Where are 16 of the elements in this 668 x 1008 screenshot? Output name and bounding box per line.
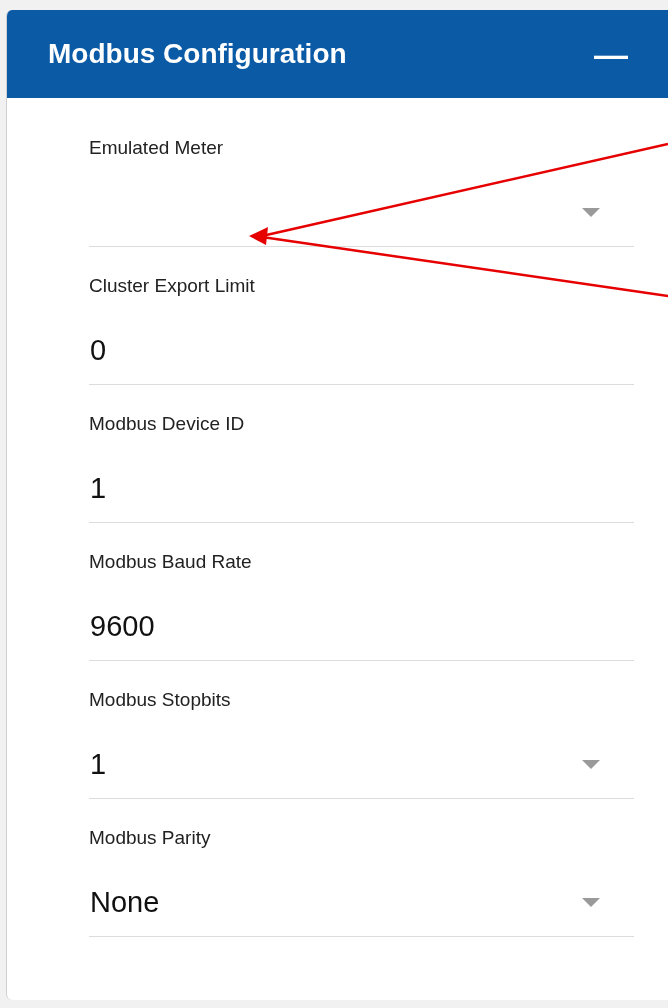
field-label: Modbus Device ID (89, 413, 245, 435)
input-value[interactable]: 1 (89, 469, 107, 507)
dropdown-caret-icon[interactable] (582, 897, 600, 907)
input-value[interactable]: 9600 (89, 607, 155, 645)
field-label: Modbus Baud Rate (89, 551, 252, 573)
panel-title: Modbus Configuration (48, 38, 347, 70)
field-label: Cluster Export Limit (89, 275, 255, 297)
field-label: Modbus Stopbits (89, 689, 231, 711)
dropdown-value[interactable]: 1 (89, 745, 107, 783)
input-value[interactable]: 0 (89, 331, 107, 369)
dropdown-value[interactable]: None (89, 883, 160, 921)
collapse-button[interactable]: — (594, 34, 628, 74)
field-label: Emulated Meter (89, 137, 224, 159)
dropdown-caret-icon[interactable] (582, 759, 600, 769)
dropdown-caret-icon[interactable] (582, 207, 600, 217)
field-label: Modbus Parity (89, 827, 211, 849)
